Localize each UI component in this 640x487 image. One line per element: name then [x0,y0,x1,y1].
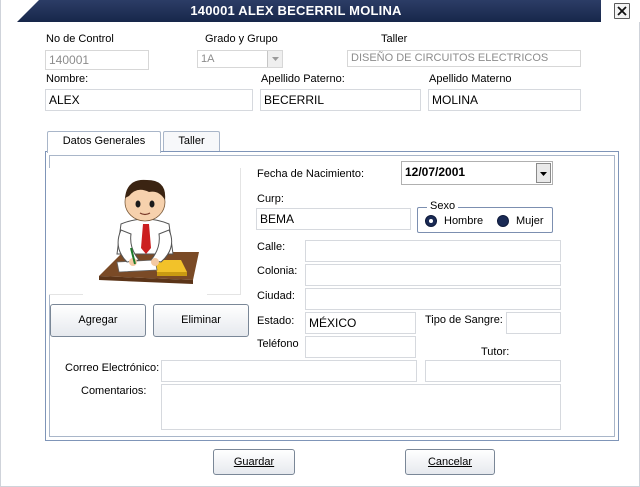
close-icon [617,6,627,16]
title-bar[interactable]: 140001 ALEX BECERRIL MOLINA [1,0,640,22]
taller-label: Taller [381,33,408,45]
sexo-mujer-label: Mujer [516,215,544,227]
fecha-nacimiento-picker[interactable]: 12/07/2001 [401,161,553,185]
apellido-materno-field[interactable]: MOLINA [428,89,581,111]
guardar-label: Guardar [233,456,275,468]
telefono-field[interactable] [305,336,416,358]
grado-grupo-select: 1A [197,50,283,68]
student-record-window: 140001 ALEX BECERRIL MOLINA No de Contro… [0,0,640,487]
ciudad-label: Ciudad: [257,290,295,302]
ciudad-field[interactable] [305,288,561,310]
sexo-mujer-radio[interactable] [497,215,509,227]
comentarios-field[interactable] [161,384,561,430]
comentarios-label: Comentarios: [81,385,147,397]
tutor-field[interactable] [425,360,561,382]
window-title: 140001 ALEX BECERRIL MOLINA [190,3,402,18]
sexo-legend: Sexo [427,200,459,212]
sexo-group: Sexo Hombre Mujer [417,200,553,233]
apellido-paterno-field[interactable]: BECERRIL [260,89,421,111]
agregar-photo-button[interactable]: Agregar [50,304,146,337]
curp-field[interactable]: BEMA [256,208,411,230]
cancelar-label: Cancelar [427,456,473,468]
student-photo [49,168,241,295]
telefono-label: Teléfono [257,338,299,350]
taller-field: DISEÑO DE CIRCUITOS ELECTRICOS [347,50,581,67]
sexo-hombre-radio[interactable] [425,215,437,227]
nombre-field[interactable]: ALEX [45,89,253,111]
tipo-sangre-field[interactable] [506,312,561,334]
cancelar-button[interactable]: Cancelar [405,449,495,475]
estado-label: Estado: [257,315,295,327]
calle-field[interactable] [305,240,561,262]
curp-label: Curp: [257,193,284,205]
nombre-label: Nombre: [46,73,89,85]
apellido-paterno-label: Apellido Paterno: [261,73,345,85]
grado-grupo-label: Grado y Grupo [205,33,278,45]
sexo-hombre-label: Hombre [444,215,484,227]
no-control-label: No de Control [46,33,114,45]
close-button[interactable] [614,3,630,19]
tipo-sangre-label: Tipo de Sangre: [425,314,503,326]
colonia-field[interactable] [305,264,561,286]
student-illustration-icon [83,168,207,295]
guardar-button[interactable]: Guardar [213,449,295,475]
colonia-label: Colonia: [257,265,298,277]
grado-grupo-value: 1A [201,53,215,65]
calle-label: Calle: [257,241,286,253]
apellido-materno-label: Apellido Materno [429,73,512,85]
tab-datos-generales[interactable]: Datos Generales [47,131,161,153]
tutor-label: Tutor: [481,346,510,358]
fecha-nacimiento-dropdown-button[interactable] [536,163,551,183]
correo-field[interactable] [161,360,417,382]
chevron-down-icon [540,172,547,176]
chevron-down-icon [272,57,279,61]
estado-field[interactable]: MÉXICO [305,312,416,334]
tab-taller[interactable]: Taller [163,131,220,152]
fecha-nacimiento-value: 12/07/2001 [405,165,466,179]
no-control-field: 140001 [45,50,149,70]
correo-label: Correo Electrónico: [65,362,160,374]
grado-grupo-dropdown-button [267,51,282,67]
eliminar-photo-button[interactable]: Eliminar [153,304,249,337]
fecha-nacimiento-label: Fecha de Nacimiento: [257,168,364,180]
